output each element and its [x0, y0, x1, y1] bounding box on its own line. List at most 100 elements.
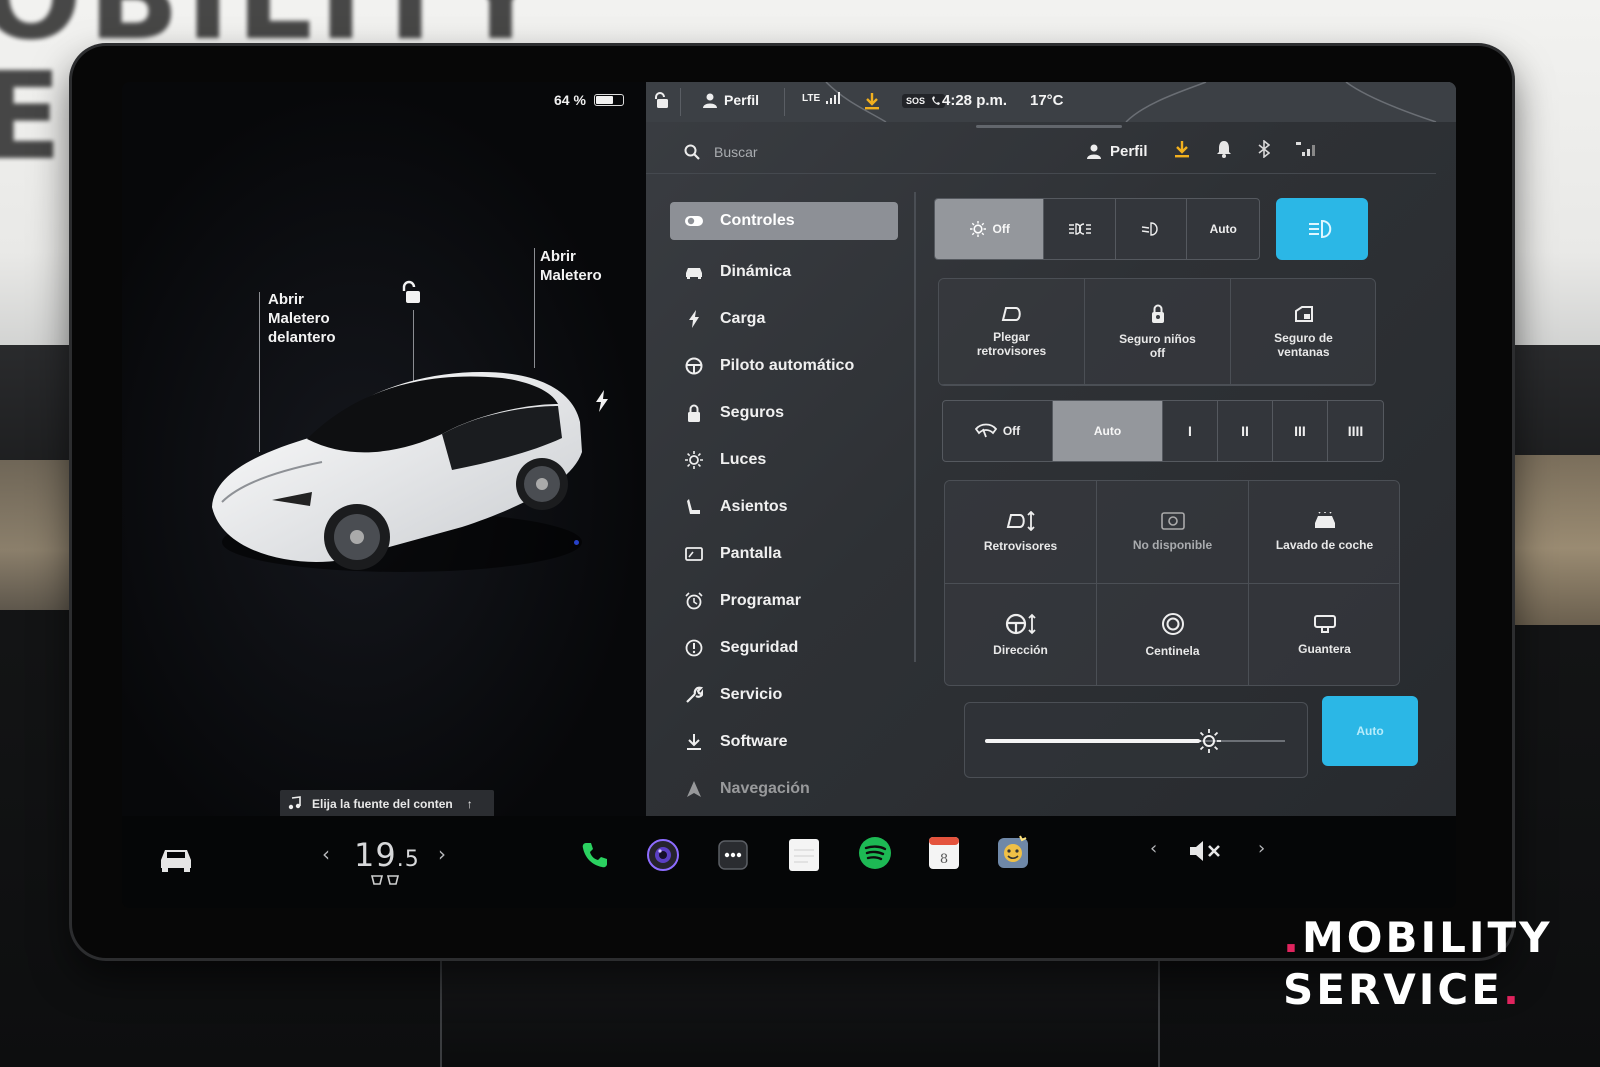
low-beam-button[interactable] — [1116, 199, 1188, 259]
car-3d-model[interactable] — [202, 342, 602, 592]
fold-mirrors-label: Plegar retrovisores — [976, 329, 1047, 358]
wiper-icon — [974, 423, 997, 438]
toggle-icon — [684, 211, 704, 231]
wipers-auto-button[interactable]: Auto — [1053, 401, 1163, 461]
volume-down-chevron-icon[interactable]: ‹ — [1150, 838, 1157, 859]
watermark-mobility: MOBILITY — [1301, 913, 1553, 962]
header-icons: Perfil — [1086, 139, 1318, 162]
child-lock-button[interactable]: Seguro niños off — [1085, 279, 1231, 385]
watermark-dot: . — [1502, 965, 1522, 1014]
volume-up-chevron-icon[interactable]: › — [1258, 838, 1265, 859]
menu-item-dinamica[interactable]: Dinámica — [670, 248, 898, 295]
profile-status[interactable]: Perfil — [702, 92, 759, 108]
menu-item-pantalla[interactable]: Pantalla — [670, 530, 898, 577]
menu-item-seguridad[interactable]: Seguridad — [670, 624, 898, 671]
window-lock-button[interactable]: Seguro de ventanas — [1231, 279, 1375, 385]
menu-item-label: Navegación — [720, 779, 810, 797]
menu-item-navegacion[interactable]: Navegación — [670, 765, 898, 812]
watermark-service: SERVICE — [1283, 965, 1503, 1014]
menu-item-carga[interactable]: Carga — [670, 295, 898, 342]
wiper-speed-2-button[interactable]: II — [1218, 401, 1273, 461]
clock: 4:28 p.m. — [942, 92, 1008, 109]
wiper-speed-1-button[interactable]: I — [1163, 401, 1218, 461]
menu-item-software[interactable]: Software — [670, 718, 898, 765]
mirror-icon — [1001, 306, 1021, 321]
status-profile-label: Perfil — [724, 92, 760, 108]
notes-icon[interactable] — [788, 838, 820, 872]
unlock-icon[interactable] — [400, 280, 424, 311]
battery-percent: 64 % — [554, 92, 586, 108]
high-beam-icon — [1309, 220, 1332, 238]
menu-item-label: Dinámica — [720, 262, 792, 280]
auto-lights-button[interactable]: Auto — [1187, 199, 1259, 259]
bolt-icon — [684, 309, 704, 329]
alarm-clock-icon — [684, 591, 704, 611]
battery-icon — [593, 94, 624, 106]
cabin-temp-decimal: .5 — [396, 847, 420, 872]
display-icon — [684, 544, 704, 564]
open-trunk-button[interactable]: Abrir Maletero — [540, 247, 602, 285]
lights-off-button[interactable]: Off — [935, 199, 1045, 259]
search-input[interactable] — [714, 140, 1014, 164]
menu-item-programar[interactable]: Programar — [670, 577, 898, 624]
lock-status-icon[interactable] — [654, 92, 670, 110]
network-type-label: LTE — [802, 92, 821, 104]
sos-button[interactable]: SOS — [902, 94, 946, 108]
menu-item-asientos[interactable]: Asientos — [670, 483, 898, 530]
auto-brightness-button[interactable]: Auto — [1322, 696, 1418, 766]
touchscreen: 64 % Abrir Maletero delantero Abrir Male… — [122, 82, 1456, 908]
steering-adjust-button[interactable]: Dirección — [945, 584, 1097, 685]
phone-icon[interactable] — [580, 840, 610, 870]
menu-item-seguros[interactable]: Seguros — [670, 389, 898, 436]
spotify-icon[interactable] — [858, 836, 892, 870]
menu-item-label: Asientos — [720, 497, 788, 515]
download-icon[interactable] — [1174, 140, 1190, 162]
temp-down-chevron-icon[interactable]: ‹ — [322, 842, 330, 866]
search-header: Perfil — [646, 130, 1436, 174]
camera-icon[interactable] — [646, 838, 680, 872]
lock-icon — [684, 403, 704, 423]
quick-controls-bottom: Retrovisores No disponible Lavado de coc… — [944, 480, 1400, 686]
cabin-temperature[interactable]: 19.5 — [354, 836, 420, 874]
car-wash-button[interactable]: Lavado de coche — [1249, 481, 1399, 584]
fold-mirrors-button[interactable]: Plegar retrovisores — [939, 279, 1085, 385]
volume-muted-icon[interactable] — [1188, 838, 1222, 864]
menu-divider — [914, 192, 916, 662]
temp-up-chevron-icon[interactable]: › — [438, 842, 446, 866]
menu-item-servicio[interactable]: Servicio — [670, 671, 898, 718]
profile-button[interactable]: Perfil — [1086, 143, 1148, 160]
watermark-line-2: SERVICE. — [1283, 964, 1553, 1016]
car-icon[interactable] — [158, 846, 194, 872]
sentry-mode-button[interactable]: Centinela — [1097, 584, 1249, 685]
mirror-adjust-button[interactable]: Retrovisores — [945, 481, 1097, 584]
lights-off-label: Off — [992, 222, 1010, 236]
bell-icon[interactable] — [1216, 140, 1232, 162]
menu-item-controles[interactable]: Controles — [670, 202, 898, 240]
glovebox-button[interactable]: Guantera — [1249, 584, 1399, 685]
swipe-handle[interactable] — [976, 125, 1122, 128]
mirror-adjust-icon — [1006, 511, 1035, 531]
car-wash-icon — [1314, 512, 1335, 528]
status-dot — [574, 540, 579, 545]
download-status-icon[interactable] — [864, 92, 880, 110]
toybox-icon[interactable] — [996, 834, 1030, 870]
wipers-off-label: Off — [1002, 424, 1021, 438]
profile-label: Perfil — [1110, 142, 1148, 160]
menu-item-label: Pantalla — [720, 544, 782, 562]
seat-heater-icon[interactable] — [370, 874, 402, 888]
calendar-icon[interactable]: 8 — [928, 836, 960, 870]
high-beam-button[interactable] — [1276, 198, 1368, 260]
brightness-sun-icon[interactable] — [1196, 728, 1222, 759]
wiper-speed-4-button[interactable]: IIII — [1328, 401, 1383, 461]
bluetooth-icon[interactable] — [1258, 139, 1270, 162]
wiper-speed-3-button[interactable]: III — [1273, 401, 1328, 461]
wipers-off-button[interactable]: Off — [943, 401, 1053, 461]
open-frunk-button[interactable]: Abrir Maletero delantero — [268, 290, 336, 347]
menu-item-piloto-automatico[interactable]: Piloto automático — [670, 342, 898, 389]
media-source-picker[interactable]: Elija la fuente del conten ↑ — [280, 790, 494, 818]
sos-label: SOS — [906, 96, 926, 106]
more-apps-icon[interactable] — [718, 840, 748, 870]
sun-icon — [969, 221, 986, 237]
menu-item-luces[interactable]: Luces — [670, 436, 898, 483]
parking-lights-button[interactable] — [1044, 199, 1116, 259]
